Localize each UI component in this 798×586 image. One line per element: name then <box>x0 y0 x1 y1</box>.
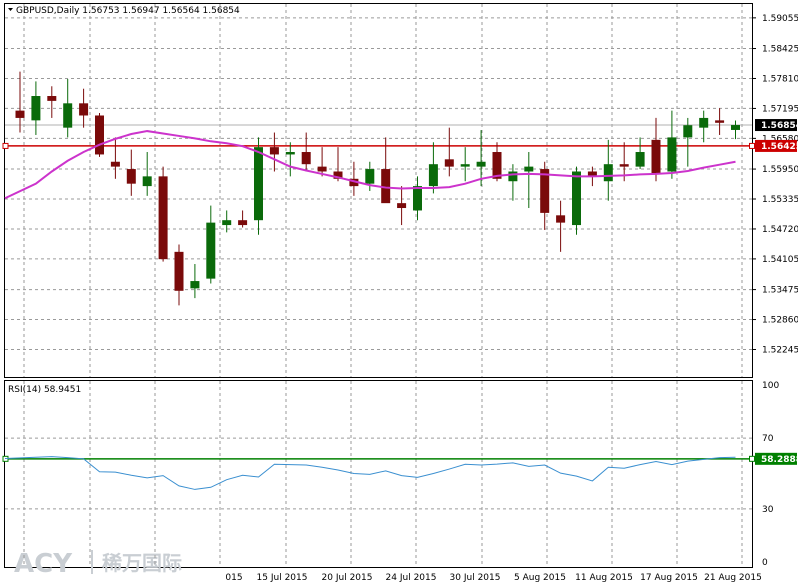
bearish-candle <box>715 120 725 123</box>
bullish-candle <box>683 125 693 138</box>
bearish-candle <box>174 251 184 291</box>
rsi-level-handle-right[interactable] <box>749 455 755 462</box>
x-tick-label: 5 Aug 2015 <box>514 573 566 583</box>
x-tick-label: 20 Jul 2015 <box>322 573 373 583</box>
rsi-tick-label: 100 <box>762 381 779 391</box>
bullish-candle <box>460 164 470 167</box>
bearish-candle <box>15 110 25 118</box>
bullish-candle <box>603 164 613 182</box>
current-price-tag-text: 1.56854 <box>761 121 798 131</box>
price-tick-label: 1.52860 <box>762 316 798 326</box>
watermark-brand-cn: 稀万国际 <box>102 551 182 575</box>
price-tick-label: 1.53475 <box>762 286 798 296</box>
support-line-handle-left[interactable] <box>2 142 9 149</box>
bullish-candle <box>222 220 232 226</box>
bearish-candle <box>79 103 89 116</box>
bullish-candle <box>667 137 677 172</box>
support-price-tag-text: 1.56425 <box>761 142 798 152</box>
frames <box>4 3 753 568</box>
price-tick-label: 1.58425 <box>762 45 798 55</box>
bullish-candle <box>731 125 740 130</box>
rsi-level-tag-text: 58.2888 <box>761 455 798 465</box>
bearish-candle <box>317 166 327 172</box>
x-tick-label: 17 Aug 2015 <box>640 573 698 583</box>
bearish-candle <box>397 203 407 209</box>
bearish-candle <box>651 139 661 174</box>
bullish-candle <box>254 147 263 221</box>
bullish-candle <box>190 281 200 289</box>
bullish-candle <box>31 96 41 121</box>
rsi-tick-label: 0 <box>762 558 768 568</box>
bearish-candle <box>269 147 279 155</box>
bearish-candle <box>444 159 454 167</box>
bullish-candle <box>635 152 645 167</box>
bullish-candle <box>572 171 581 226</box>
bullish-candle <box>206 222 216 279</box>
watermark-brand: ACY <box>14 549 73 579</box>
support-line-handle-right[interactable] <box>749 142 755 149</box>
price-tick-label: 1.57195 <box>762 104 798 114</box>
x-tick-label: 30 Jul 2015 <box>450 573 501 583</box>
current-price-tag: 1.56854 <box>755 119 798 132</box>
price-tick-label: 1.59055 <box>762 14 798 24</box>
rsi-header: RSI(14) 58.9451 <box>8 385 81 395</box>
support-price-tag: 1.56425 <box>755 139 798 152</box>
price-y-axis-labels: 1.590551.584251.578101.571951.565801.559… <box>752 14 798 355</box>
bearish-candle <box>95 115 104 155</box>
bearish-candle <box>47 96 57 101</box>
price-tick-label: 1.55335 <box>762 195 798 205</box>
price-tick-label: 1.55950 <box>762 165 798 175</box>
rsi-y-axis-labels: 100 70 30 0 <box>762 381 779 568</box>
bullish-candle <box>413 186 422 211</box>
rsi-tick-label: 70 <box>762 434 774 444</box>
bearish-candle <box>556 215 566 223</box>
x-tick-label: 24 Jul 2015 <box>386 573 437 583</box>
bullish-candle <box>524 166 534 172</box>
price-tick-label: 1.54105 <box>762 255 798 265</box>
bullish-candle <box>63 103 73 128</box>
x-tick-label: 11 Aug 2015 <box>575 573 633 583</box>
bullish-candle <box>476 161 486 167</box>
bullish-candle <box>142 176 152 187</box>
x-tick-label: 21 Aug 2015 <box>704 573 762 583</box>
x-axis-labels: 015 15 Jul 2015 20 Jul 2015 24 Jul 2015 30 J… <box>225 573 761 583</box>
x-tick-label: 015 <box>225 573 242 583</box>
bullish-candle <box>285 152 295 155</box>
bearish-candle <box>110 161 120 167</box>
bearish-candle <box>540 169 550 213</box>
bullish-candle <box>699 117 709 128</box>
bullish-candle <box>508 171 518 182</box>
bullish-candle <box>428 164 438 187</box>
bullish-candle <box>365 169 375 184</box>
rsi-level-tag: 58.2888 <box>755 452 798 465</box>
bearish-candle <box>238 220 248 226</box>
rsi-panel-frame <box>4 380 753 568</box>
price-tick-label: 1.57810 <box>762 74 798 84</box>
bearish-candle <box>301 152 311 165</box>
price-tick-label: 1.52245 <box>762 345 798 355</box>
bearish-candle <box>158 176 168 260</box>
bearish-candle <box>126 169 136 184</box>
x-tick-label: 15 Jul 2015 <box>257 573 308 583</box>
symbol-header: GBPUSD,Daily 1.56753 1.56947 1.56564 1.5… <box>16 6 240 16</box>
watermark-divider <box>91 550 93 574</box>
price-panel-frame <box>4 3 753 378</box>
price-tick-label: 1.54720 <box>762 225 798 235</box>
chart-root: ACY 稀万国际 1.59055 1.58425 1.57810 1.57195 1.5… <box>2 3 798 583</box>
rsi-tick-label: 30 <box>762 505 774 515</box>
bearish-candle <box>619 164 629 167</box>
